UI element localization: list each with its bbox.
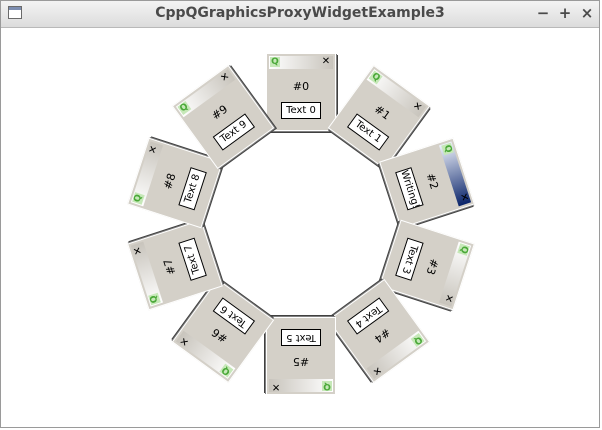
qt-icon: Q [219,363,234,378]
dialog-line-edit[interactable]: Text 0 [281,102,321,119]
close-icon[interactable]: ✕ [132,244,146,257]
dialog-label: #0 [292,80,310,93]
proxy-dialog[interactable]: Q ✕ #0 Text 0 [266,53,336,131]
close-icon[interactable]: ✕ [179,333,193,348]
qt-icon: Q [177,101,192,116]
close-icon[interactable]: ✕ [271,381,281,392]
close-icon[interactable]: ✕ [219,71,233,85]
close-icon[interactable]: ✕ [148,144,161,157]
qt-icon: Q [148,292,162,306]
dialog-title-bar[interactable]: Q ✕ [269,56,333,69]
qt-icon: Q [368,70,383,85]
dialog-line-edit[interactable]: Text 3 [394,237,424,281]
close-icon[interactable]: ✕ [321,57,331,67]
close-icon[interactable]: ✕ [456,191,470,204]
dialog-line-edit[interactable]: Text 8 [178,167,208,211]
close-button[interactable]: × [578,4,596,22]
maximize-button[interactable]: + [556,4,574,22]
dialog-line-edit[interactable]: Writing! [394,167,424,211]
qt-icon: Q [132,192,146,205]
main-window: CppQGraphicsProxyWidgetExample3 − + × Q ✕… [0,0,600,428]
close-icon[interactable]: ✕ [409,100,423,115]
close-icon[interactable]: ✕ [441,292,454,305]
close-icon[interactable]: ✕ [369,363,383,377]
proxy-dialog[interactable]: Q ✕ #5 Text 5 [266,317,336,395]
minimize-button[interactable]: − [534,4,552,22]
graphics-view[interactable]: Q ✕ #0 Text 0 Q ✕ #1 Text 1 Q ✕ #2 Writing! Q ✕ #3 Text… [4,30,598,426]
qt-icon: Q [270,57,280,67]
qt-icon: Q [456,243,470,256]
dialog-title-bar[interactable]: Q ✕ [269,379,333,392]
qt-icon: Q [410,332,425,347]
dialog-line-edit[interactable]: Text 5 [281,329,321,346]
dialog-label: #5 [292,355,310,368]
title-bar[interactable]: CppQGraphicsProxyWidgetExample3 − + × [1,1,599,28]
qt-icon: Q [440,142,454,156]
qt-icon: Q [322,381,332,391]
dialog-line-edit[interactable]: Text 7 [178,237,208,281]
window-title: CppQGraphicsProxyWidgetExample3 [155,5,445,21]
